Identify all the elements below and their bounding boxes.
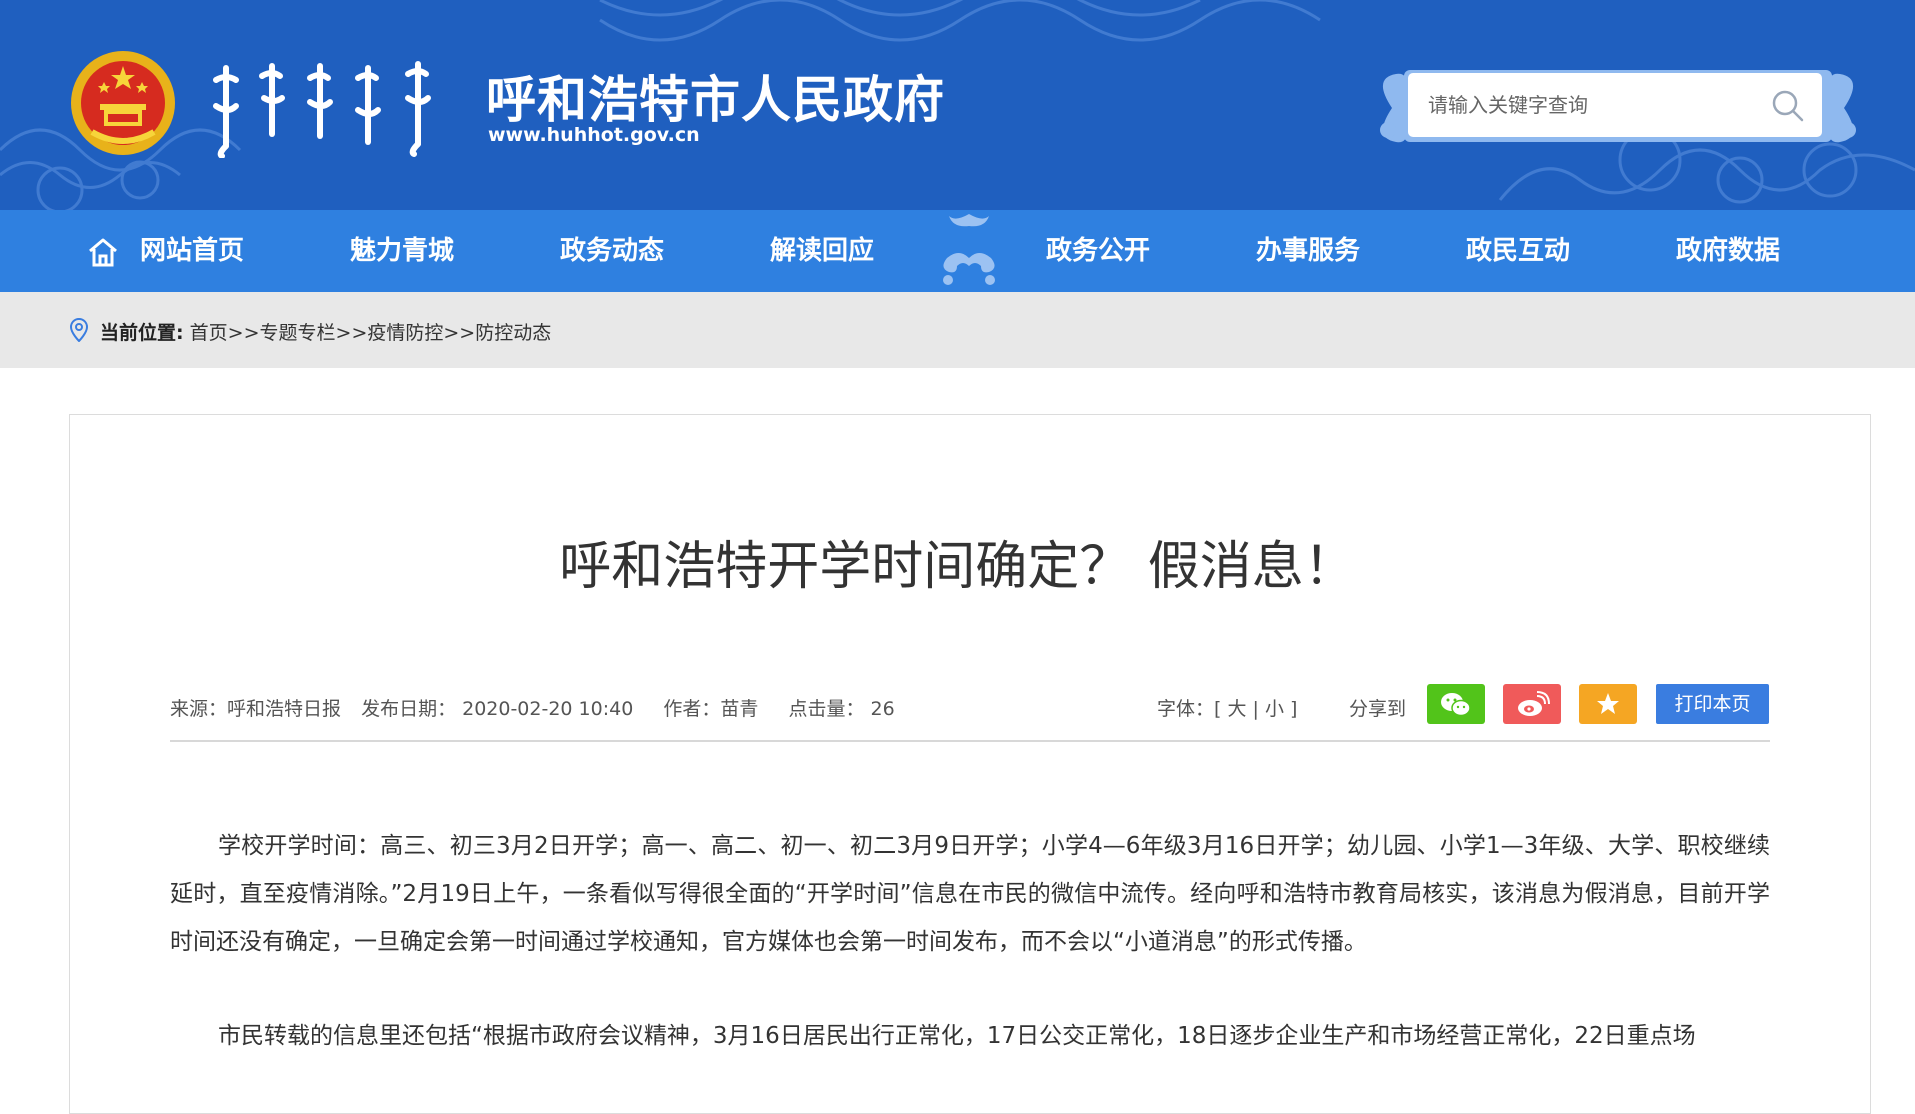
nav-item-charm[interactable]: 魅力青城 — [350, 210, 454, 292]
breadcrumb-separator: >> — [335, 322, 368, 344]
nav-item-service[interactable]: 办事服务 — [1256, 210, 1360, 292]
font-large-button[interactable]: 大 — [1227, 698, 1246, 720]
font-size-label: 字体：[ — [1157, 698, 1222, 720]
weibo-icon — [1518, 691, 1550, 716]
font-small-button[interactable]: 小 — [1265, 698, 1284, 720]
favorite-button[interactable] — [1579, 684, 1637, 724]
breadcrumb-home[interactable]: 首页 — [190, 322, 228, 344]
breadcrumb: 当前位置: 首页>>专题专栏>>疫情防控>>防控动态 — [100, 318, 551, 345]
site-title: 呼和浩特市人民政府 — [486, 71, 945, 129]
breadcrumb-topics[interactable]: 专题专栏 — [260, 322, 336, 344]
font-size-control: 字体：[ 大 | 小 ] — [1157, 694, 1297, 721]
article-card — [69, 414, 1871, 1114]
breadcrumb-epidemic[interactable]: 疫情防控 — [367, 322, 443, 344]
site-header: 呼和浩特市人民政府 www.huhhot.gov.cn — [0, 0, 1915, 210]
article-paragraph: 学校开学时间：高三、初三3月2日开学；高一、高二、初一、初二3月9日开学；小学4… — [170, 833, 1770, 955]
article-meta: 来源：呼和浩特日报 发布日期： 2020-02-20 10:40 作者：苗青 点… — [170, 694, 909, 721]
article-clicks: 点击量： 26 — [788, 698, 895, 720]
search-area — [1372, 70, 1864, 146]
search-box — [1408, 73, 1822, 137]
search-input[interactable] — [1428, 87, 1748, 123]
meta-divider — [170, 740, 1770, 742]
weibo-share-button[interactable] — [1503, 684, 1561, 724]
breadcrumb-separator: >> — [443, 322, 476, 344]
nav-item-data[interactable]: 政府数据 — [1676, 210, 1780, 292]
star-icon — [1597, 693, 1619, 714]
wechat-icon — [1441, 693, 1471, 717]
location-pin-icon — [70, 318, 88, 342]
breadcrumb-current[interactable]: 防控动态 — [475, 322, 551, 344]
nav-item-open[interactable]: 政务公开 — [1046, 210, 1150, 292]
breadcrumb-separator: >> — [227, 322, 260, 344]
article-paragraph: 市民转载的信息里还包括“根据市政府会议精神，3月16日居民出行正常化，17日公交… — [218, 1023, 1696, 1049]
nav-item-interpret[interactable]: 解读回应 — [770, 210, 874, 292]
article-date: 发布日期： 2020-02-20 10:40 — [361, 698, 634, 720]
nav-item-news[interactable]: 政务动态 — [560, 210, 664, 292]
font-size-end: ] — [1290, 698, 1298, 720]
wechat-share-button[interactable] — [1427, 684, 1485, 724]
print-button[interactable]: 打印本页 — [1656, 684, 1769, 724]
search-icon[interactable] — [1770, 88, 1806, 124]
share-label: 分享到 — [1349, 698, 1407, 720]
home-icon[interactable] — [86, 235, 120, 269]
article-title: 呼和浩特开学时间确定？ 假消息！ — [559, 537, 1356, 597]
article-author: 作者：苗青 — [663, 698, 759, 720]
national-emblem-icon — [71, 51, 175, 155]
nav-item-home[interactable]: 网站首页 — [140, 210, 244, 292]
mongolian-script-logo — [213, 61, 431, 158]
site-url: www.huhhot.gov.cn — [488, 124, 700, 146]
article-source: 来源：呼和浩特日报 — [170, 698, 342, 720]
font-size-separator: | — [1252, 698, 1259, 720]
nav-ornament — [943, 214, 995, 285]
nav-item-interaction[interactable]: 政民互动 — [1466, 210, 1570, 292]
breadcrumb-label: 当前位置: — [100, 322, 184, 344]
